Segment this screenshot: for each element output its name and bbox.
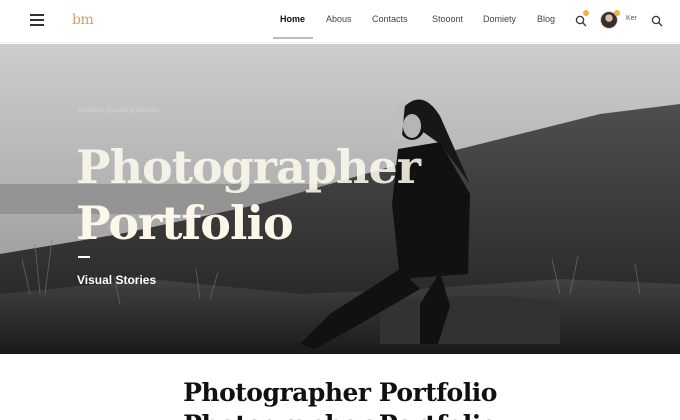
section-title-repeat: Photographer Portfolio [0, 410, 680, 420]
nav-link-domiety[interactable]: Domiety [483, 14, 516, 24]
title-accent-line [78, 256, 90, 258]
search-icon[interactable] [651, 14, 663, 32]
hero-title-line1: Photographer [76, 140, 421, 194]
nav-link-about[interactable]: Abous [326, 14, 352, 24]
section-title: Photographer Portfolio [183, 378, 497, 407]
brand-logo[interactable]: bm [72, 12, 94, 28]
hero-banner: Realities Quoatting Behiout Photographer… [0, 44, 680, 354]
hero-subtitle: Visual Stories [77, 273, 157, 287]
notification-badge [583, 10, 589, 16]
status-badge [614, 10, 620, 16]
search-icon[interactable] [575, 14, 587, 32]
hero-title-line2: Portfolio [76, 196, 294, 250]
user-name: Ker [626, 15, 637, 22]
top-navbar: bm Home Abous Contacts Stooont Domiety B… [0, 0, 680, 43]
nav-link-blog[interactable]: Blog [537, 14, 555, 24]
active-nav-indicator [273, 37, 313, 39]
nav-link-contacts[interactable]: Contacts [372, 14, 408, 24]
nav-link-home[interactable]: Home [280, 14, 305, 24]
hero-kicker: Realities Quoatting Behiout [78, 108, 159, 114]
menu-icon[interactable] [30, 14, 44, 26]
nav-link-stooont[interactable]: Stooont [432, 14, 463, 24]
